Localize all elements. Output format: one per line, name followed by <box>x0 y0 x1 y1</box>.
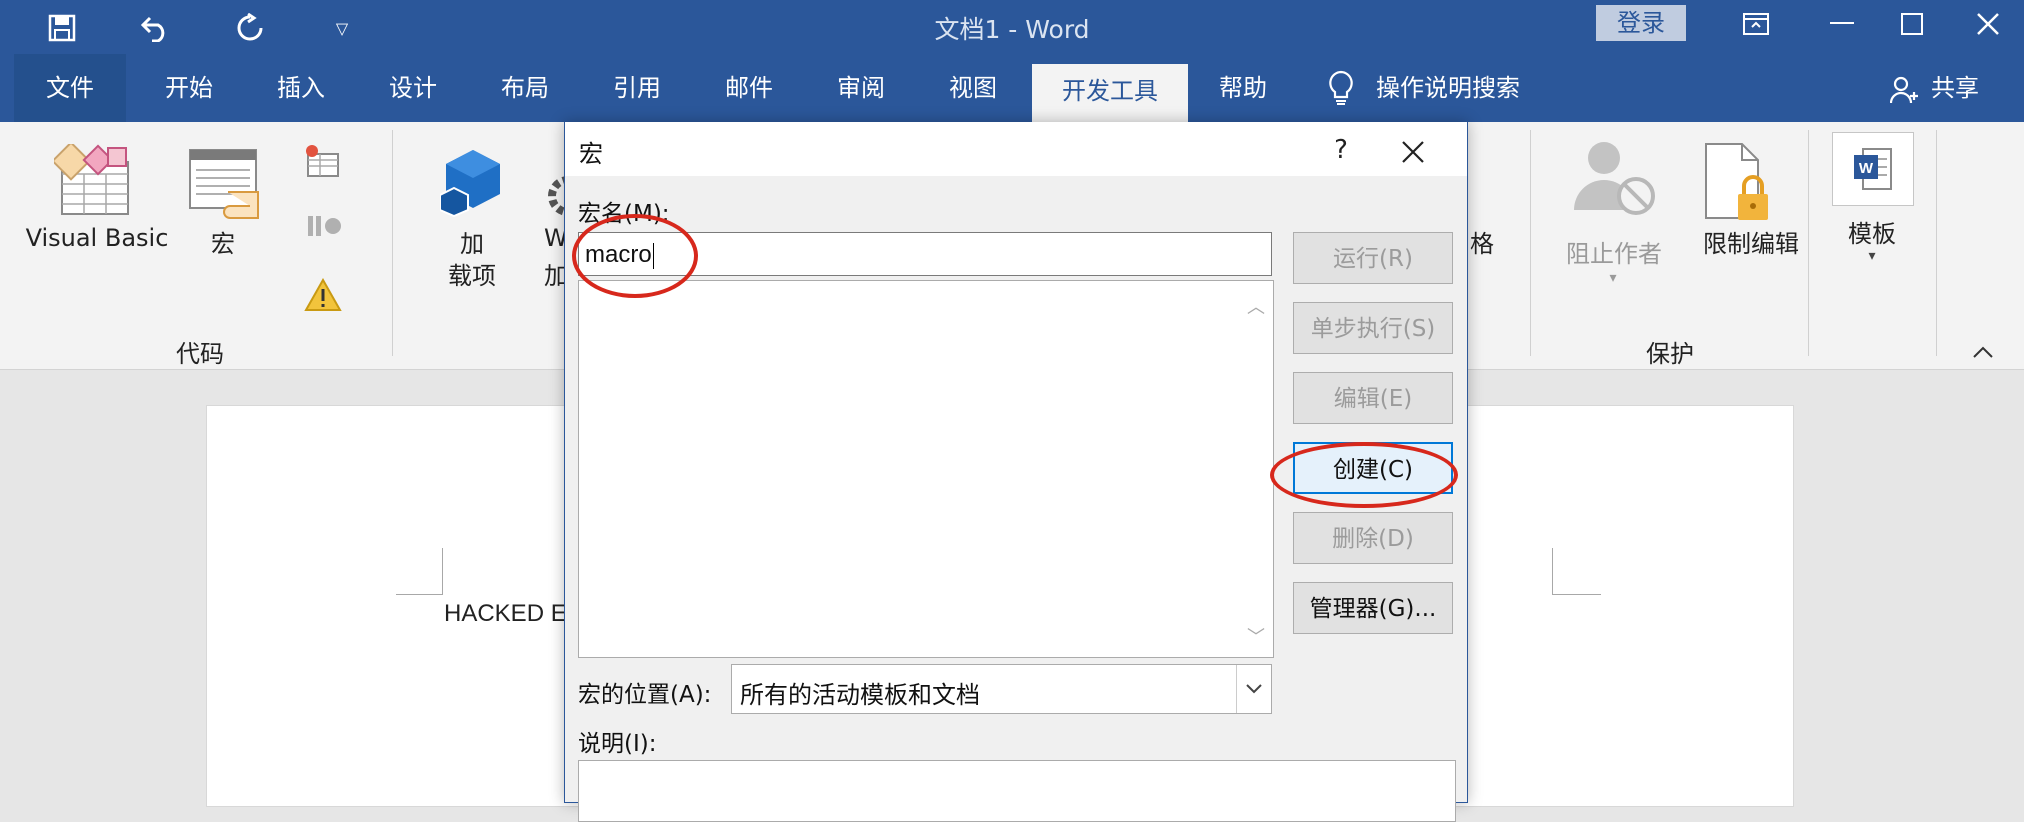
crop-mark <box>396 548 443 595</box>
menu-bar: 文件 开始 插入 设计 布局 引用 邮件 审阅 视图 开发工具 帮助 操作说明搜… <box>0 54 2024 122</box>
tab-help[interactable]: 帮助 <box>1188 54 1298 122</box>
macros-label[interactable]: 宏 <box>186 224 260 259</box>
group-separator <box>1530 130 1531 356</box>
scroll-up-icon[interactable]: ︿ <box>1247 293 1265 319</box>
step-into-button[interactable]: 单步执行(S) <box>1293 302 1453 354</box>
macros-icon[interactable] <box>188 148 264 224</box>
tab-file[interactable]: 文件 <box>14 54 126 122</box>
tab-references[interactable]: 引用 <box>582 54 692 122</box>
group-separator <box>392 130 393 356</box>
visual-basic-label[interactable]: Visual Basic <box>22 224 172 252</box>
addins-label-line1[interactable]: 加 <box>432 224 512 259</box>
tab-insert[interactable]: 插入 <box>246 54 356 122</box>
tell-me-search[interactable]: 操作说明搜索 <box>1376 54 1536 122</box>
description-box <box>578 760 1456 822</box>
addins-icon[interactable] <box>439 148 506 222</box>
macros-in-select[interactable]: 所有的活动模板和文档 <box>731 664 1272 714</box>
crop-mark <box>1552 548 1601 595</box>
group-separator <box>1808 130 1809 356</box>
help-button[interactable]: ? <box>1317 130 1365 170</box>
partial-ribbon-label[interactable]: 格 <box>1470 224 1500 259</box>
tab-view[interactable]: 视图 <box>918 54 1028 122</box>
lightbulb-icon <box>1326 70 1356 110</box>
tab-design[interactable]: 设计 <box>358 54 468 122</box>
visual-basic-icon[interactable] <box>51 141 134 220</box>
document-text[interactable]: HACKED E <box>444 600 567 628</box>
collapse-ribbon-icon[interactable] <box>1972 344 1994 363</box>
restrict-editing-label[interactable]: 限制编辑 <box>1678 224 1824 259</box>
word-template-icon: W <box>1854 148 1892 190</box>
title-bar: ▽ 文档1 - Word 登录 <box>0 0 2024 54</box>
tab-mailings[interactable]: 邮件 <box>694 54 804 122</box>
tab-review[interactable]: 审阅 <box>806 54 916 122</box>
macros-in-value: 所有的活动模板和文档 <box>740 681 980 709</box>
macro-security-warning-icon[interactable] <box>304 277 342 316</box>
templates-button-frame[interactable]: W <box>1832 132 1914 206</box>
block-authors-label: 阻止作者 <box>1566 240 1662 268</box>
protect-group-label: 保护 <box>1646 340 1694 368</box>
dialog-title-bar: 宏 ? <box>565 122 1467 176</box>
share-button[interactable]: 共享 <box>1920 54 1990 122</box>
record-macro-icon[interactable] <box>304 144 340 182</box>
close-window-icon[interactable] <box>1958 4 2018 44</box>
addins-label-line2[interactable]: 载项 <box>432 256 512 291</box>
maximize-icon[interactable] <box>1882 4 1942 44</box>
templates-label[interactable]: 模板 <box>1832 214 1912 249</box>
block-authors-dropdown-icon: ▾ <box>1609 270 1617 286</box>
minimize-icon[interactable] <box>1812 4 1872 44</box>
block-authors-icon <box>1572 138 1658 222</box>
share-person-icon[interactable] <box>1889 76 1918 108</box>
svg-text:W: W <box>1859 160 1874 177</box>
group-separator <box>1936 130 1937 356</box>
dialog-title: 宏 <box>579 140 603 168</box>
macros-in-label: 宏的位置(A): <box>578 682 712 708</box>
description-label: 说明(I): <box>578 731 657 757</box>
chevron-down-icon[interactable] <box>1236 665 1271 713</box>
word-addins-label-partial-1[interactable]: W <box>544 224 568 252</box>
document-title: 文档1 - Word <box>934 15 1090 44</box>
restrict-editing-icon[interactable] <box>1702 142 1772 228</box>
run-button[interactable]: 运行(R) <box>1293 232 1453 284</box>
dialog-close-button[interactable] <box>1383 128 1443 172</box>
templates-dropdown-icon[interactable]: ▾ <box>1860 248 1884 264</box>
tab-layout[interactable]: 布局 <box>470 54 580 122</box>
scroll-down-icon[interactable]: ﹀ <box>1247 623 1265 649</box>
annotation-circle-macro-name <box>572 214 698 298</box>
code-group-label: 代码 <box>176 340 224 368</box>
word-addins-label-partial-2[interactable]: 加 <box>544 256 568 291</box>
organizer-button[interactable]: 管理器(G)... <box>1293 582 1453 634</box>
annotation-circle-create-button <box>1270 442 1458 508</box>
delete-button[interactable]: 删除(D) <box>1293 512 1453 564</box>
edit-button[interactable]: 编辑(E) <box>1293 372 1453 424</box>
ribbon-display-options-icon[interactable] <box>1726 4 1786 44</box>
macro-list[interactable]: ︿ ﹀ <box>578 280 1274 658</box>
tab-developer[interactable]: 开发工具 <box>1032 64 1188 122</box>
tab-home[interactable]: 开始 <box>134 54 244 122</box>
pause-recording-icon <box>306 214 342 242</box>
sign-in-button[interactable]: 登录 <box>1596 5 1686 41</box>
close-icon <box>1402 140 1424 163</box>
